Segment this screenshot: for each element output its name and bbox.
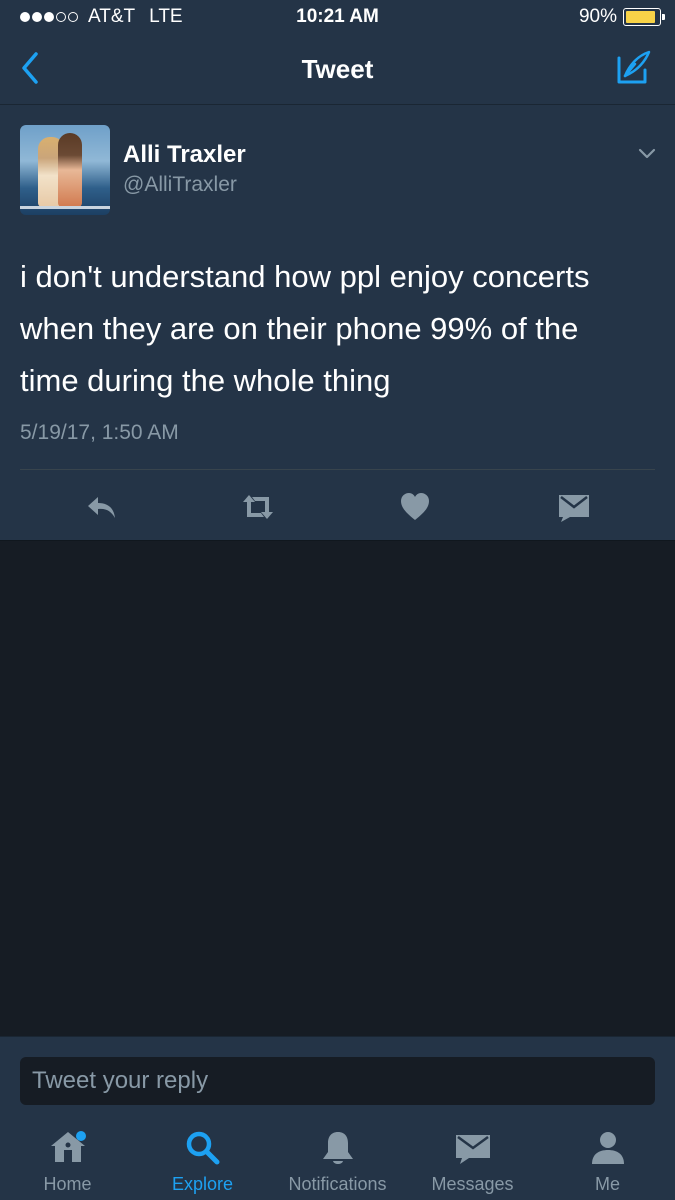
reply-input[interactable] — [20, 1057, 655, 1105]
reply-icon — [88, 497, 115, 518]
compose-icon — [617, 50, 651, 84]
battery-icon — [623, 8, 665, 26]
tab-me[interactable]: Me — [540, 1116, 675, 1200]
retweet-button[interactable] — [240, 489, 276, 525]
tweet-timestamp: 5/19/17, 1:50 AM — [20, 421, 179, 444]
status-right: 90% — [578, 6, 665, 28]
battery-percent: 90% — [578, 6, 617, 27]
top-bar: AT&T LTE 10:21 AM 90% Tweet — [0, 0, 675, 104]
author-name[interactable]: Alli Traxler — [123, 141, 246, 169]
tab-label: Notifications — [288, 1174, 387, 1194]
envelope-icon — [455, 1135, 490, 1164]
person-icon — [591, 1132, 624, 1164]
tweet-options-button[interactable] — [637, 147, 657, 161]
tweet-text: i don't understand how ppl enjoy concert… — [20, 259, 590, 398]
page-title: Tweet — [301, 54, 374, 84]
tab-notifications[interactable]: Notifications — [270, 1116, 405, 1200]
chevron-down-icon — [638, 148, 656, 159]
tab-explore[interactable]: Explore — [135, 1116, 270, 1200]
bell-icon — [322, 1132, 353, 1164]
avatar[interactable] — [20, 125, 110, 215]
search-icon — [186, 1131, 219, 1165]
tab-label: Home — [43, 1174, 92, 1194]
divider — [20, 469, 655, 470]
reply-button[interactable] — [84, 489, 120, 525]
like-icon — [401, 493, 429, 520]
author-handle[interactable]: @AlliTraxler — [123, 173, 237, 197]
tweet-actions — [0, 485, 675, 529]
reply-bar — [0, 1036, 675, 1116]
direct-message-button[interactable] — [556, 489, 592, 525]
tab-messages[interactable]: Messages — [405, 1116, 540, 1200]
home-icon — [50, 1131, 86, 1162]
status-time: 10:21 AM — [296, 6, 379, 27]
direct-message-icon — [559, 495, 589, 522]
tab-home[interactable]: Home — [0, 1116, 135, 1200]
tab-label: Explore — [171, 1174, 234, 1194]
retweet-icon — [243, 495, 273, 519]
compose-tweet-button[interactable] — [615, 48, 653, 86]
tab-label: Messages — [431, 1174, 514, 1194]
tab-bar: Home Explore Notifications Messages Me — [0, 1116, 675, 1200]
like-button[interactable] — [397, 489, 433, 525]
tab-label: Me — [594, 1174, 620, 1194]
status-bar: AT&T LTE 10:21 AM 90% — [0, 0, 675, 34]
tweet-card: Alli Traxler @AlliTraxler i don't unders… — [0, 104, 675, 541]
